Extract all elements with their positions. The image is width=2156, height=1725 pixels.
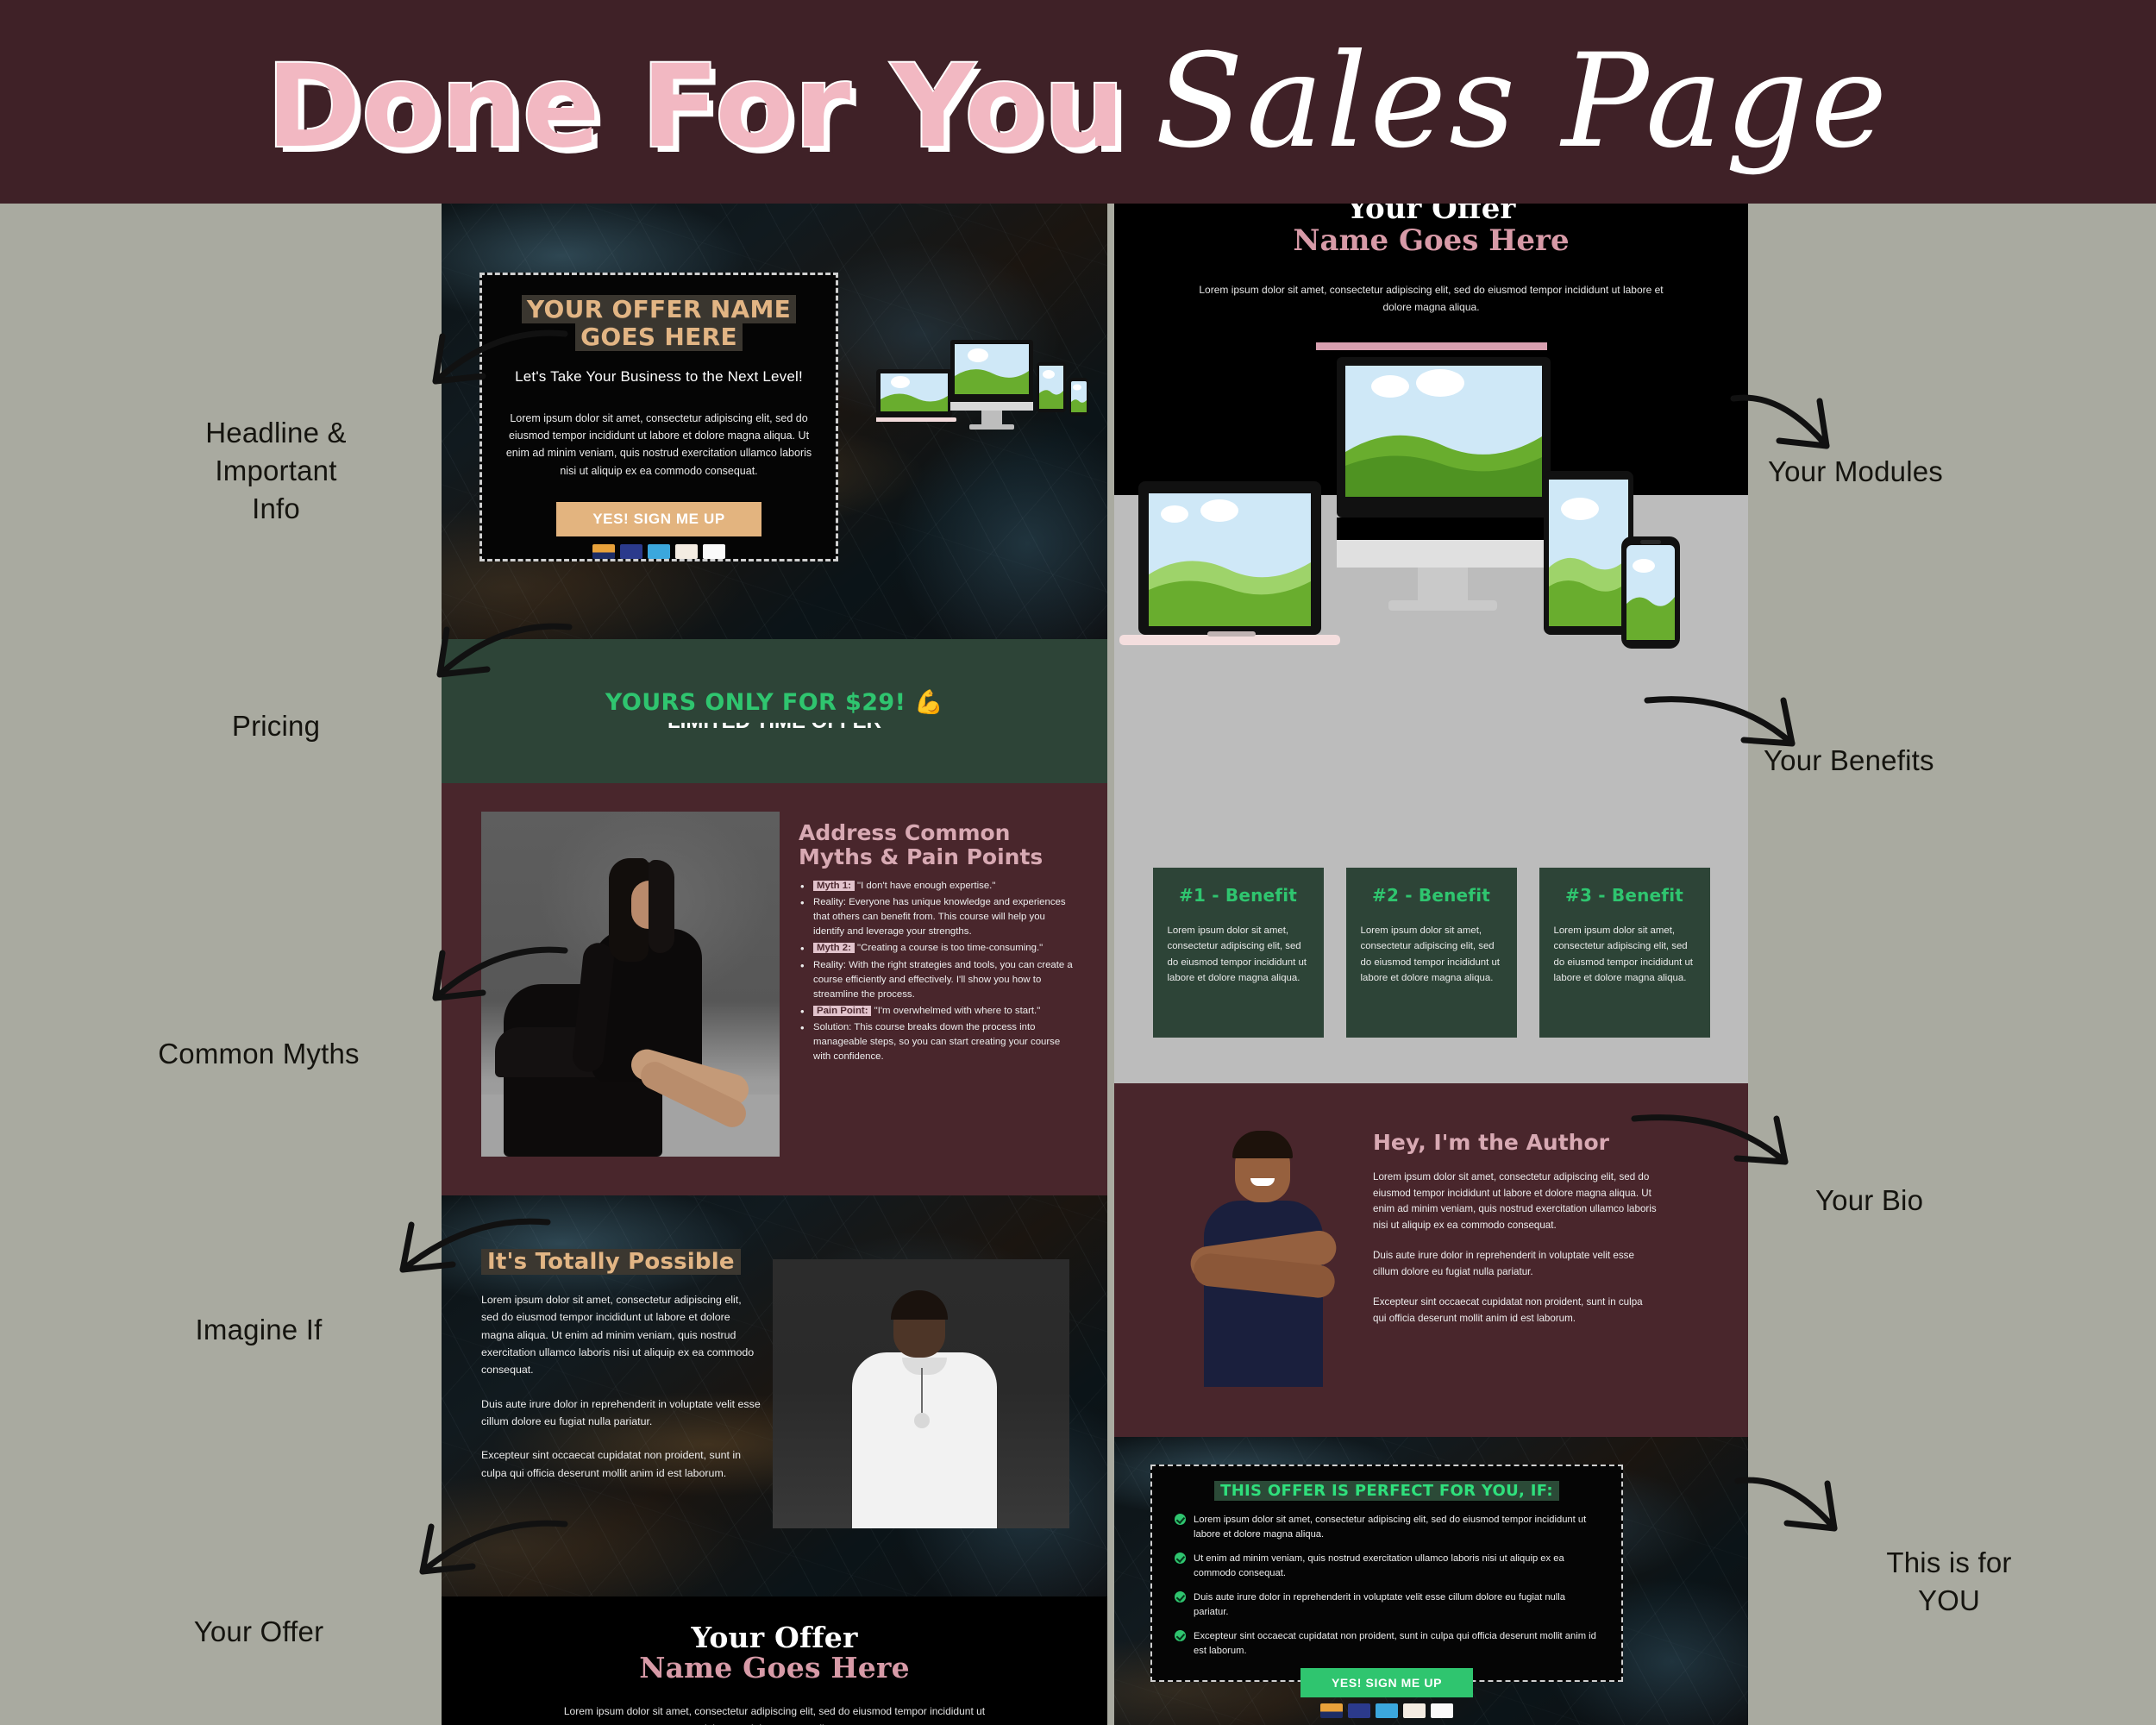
author-photo [1181, 1128, 1345, 1387]
arrow-your-bio [1631, 1114, 1789, 1165]
header-title-script: Sales Page [1155, 27, 1890, 177]
pricing-clipped-line: LIMITED TIME OFFER [632, 723, 917, 735]
possible-paragraph-3: Excepteur sint occaecat cupidatat non pr… [481, 1449, 742, 1479]
visa-icon [1320, 1703, 1343, 1719]
arrow-pricing [436, 623, 573, 678]
footer-title-line1: Your Offer [691, 1621, 858, 1654]
check-icon [1175, 1514, 1186, 1525]
header-title: Done For You Sales Page [265, 27, 1890, 177]
myth-text: Reality: With the right strategies and t… [813, 959, 1073, 1000]
list-item: Reality: With the right strategies and t… [799, 957, 1075, 1002]
myth-text: Reality: Everyone has unique knowledge a… [813, 897, 1066, 938]
paypal-icon [703, 544, 725, 559]
pricing-headline: YOURS ONLY FOR $29! 💪 [605, 688, 944, 716]
hero-offer-title-line1: YOUR OFFER NAME [521, 295, 797, 323]
bio-title: Hey, I'm the Author [1373, 1130, 1609, 1155]
list-item: Myth 1: "I don't have enough expertise." [799, 878, 1075, 895]
list-item: Ut enim ad minim veniam, quis nostrud ex… [1173, 1552, 1601, 1581]
annotation-common-myths: Common Myths [158, 1038, 360, 1070]
payment-icons-row [1173, 1703, 1601, 1719]
annotation-this-is-for-you: This is for YOU [1886, 1546, 2012, 1616]
myths-text-column: Address Common Myths & Pain Points Myth … [799, 821, 1075, 1066]
perfect-for-you-box: THIS OFFER IS PERFECT FOR YOU, IF: Lorem… [1150, 1465, 1623, 1719]
list-item: Lorem ipsum dolor sit amet, consectetur … [1173, 1513, 1601, 1542]
bio-paragraph-1: Lorem ipsum dolor sit amet, consectetur … [1373, 1171, 1657, 1231]
benefit-card[interactable]: #2 - Benefit Lorem ipsum dolor sit amet,… [1345, 868, 1517, 1038]
list-item: Excepteur sint occaecat cupidatat non pr… [1173, 1629, 1601, 1659]
checklist-text: Ut enim ad minim veniam, quis nostrud ex… [1194, 1553, 1564, 1579]
myth-text: "I'm overwhelmed with where to start." [874, 1005, 1041, 1016]
mastercard-icon [620, 544, 642, 559]
checklist-text: Duis aute irure dolor in reprehenderit i… [1194, 1592, 1565, 1618]
benefit-title: #3 - Benefit [1564, 885, 1684, 906]
header-banner: Done For You Sales Page [0, 0, 2156, 204]
myth-tag: Myth 1: [813, 881, 855, 891]
benefit-body: Lorem ipsum dolor sit amet, consectetur … [1360, 925, 1500, 984]
hero-device-mockup [872, 333, 1092, 454]
possible-man-photo [773, 1259, 1069, 1528]
list-item: Pain Point: "I'm overwhelmed with where … [799, 1003, 1075, 1020]
list-item: Solution: This course breaks down the pr… [799, 1019, 1075, 1064]
bio-text-column: Hey, I'm the Author Lorem ipsum dolor si… [1373, 1130, 1658, 1327]
annotation-your-bio: Your Bio [1815, 1184, 1924, 1216]
benefit-body: Lorem ipsum dolor sit amet, consectetur … [1167, 925, 1307, 984]
amex-icon [1376, 1703, 1398, 1719]
myth-text: "I don't have enough expertise." [857, 881, 996, 891]
annotation-your-benefits: Your Benefits [1764, 744, 1934, 776]
right-hero-body: Lorem ipsum dolor sit amet, consectetur … [1199, 284, 1664, 313]
benefit-card[interactable]: #3 - Benefit Lorem ipsum dolor sit amet,… [1539, 868, 1710, 1038]
payment-icons-row [592, 544, 725, 559]
arrow-imagine-if [399, 1218, 551, 1273]
arrow-headline-info [432, 329, 568, 385]
myth-tag: Pain Point: [813, 1005, 872, 1016]
benefit-body: Lorem ipsum dolor sit amet, consectetur … [1553, 925, 1693, 984]
discover-icon [675, 544, 698, 559]
visa-icon [592, 544, 615, 559]
annotation-headline-info: Headline & Important Info [205, 417, 347, 524]
myth-text: "Creating a course is too time-consuming… [857, 943, 1044, 954]
mastercard-icon [1348, 1703, 1370, 1719]
perfect-checklist: Lorem ipsum dolor sit amet, consectetur … [1173, 1513, 1601, 1659]
perfect-signup-button[interactable]: YES! SIGN ME UP [1300, 1668, 1473, 1698]
myths-title: Address Common Myths & Pain Points [799, 820, 1044, 869]
perfect-for-you-section: THIS OFFER IS PERFECT FOR YOU, IF: Lorem… [1114, 1437, 1748, 1725]
checklist-text: Lorem ipsum dolor sit amet, consectetur … [1194, 1515, 1587, 1540]
right-hero-title-line2: Name Goes Here [1293, 223, 1570, 258]
myths-list: Myth 1: "I don't have enough expertise."… [799, 878, 1075, 1064]
check-icon [1175, 1591, 1186, 1603]
check-icon [1175, 1630, 1186, 1642]
discover-icon [1403, 1703, 1426, 1719]
footer-title-line2: Name Goes Here [639, 1651, 910, 1684]
bio-paragraph-3: Excepteur sint occaecat cupidatat non pr… [1373, 1296, 1643, 1324]
right-sales-page-preview[interactable]: Your Offer Name Goes Here Lorem ipsum do… [1114, 204, 1748, 1725]
arrow-common-myths [432, 946, 568, 1001]
arrow-your-offer [419, 1520, 568, 1575]
annotation-pricing: Pricing [231, 710, 321, 742]
possible-paragraph-2: Duis aute irure dolor in reprehenderit i… [481, 1397, 761, 1428]
footer-body: Lorem ipsum dolor sit amet, consectetur … [563, 1705, 986, 1725]
annotation-your-offer: Your Offer [193, 1615, 324, 1647]
paypal-icon [1431, 1703, 1453, 1719]
amex-icon [648, 544, 670, 559]
list-item: Duis aute irure dolor in reprehenderit i… [1173, 1590, 1601, 1620]
benefit-title: #2 - Benefit [1371, 885, 1491, 906]
benefit-card[interactable]: #1 - Benefit Lorem ipsum dolor sit amet,… [1152, 868, 1324, 1038]
benefit-title: #1 - Benefit [1178, 885, 1298, 906]
annotation-imagine-if: Imagine If [195, 1314, 323, 1346]
hero-signup-button[interactable]: YES! SIGN ME UP [556, 501, 761, 536]
benefits-section: #1 - Benefit Lorem ipsum dolor sit amet,… [1114, 842, 1748, 1083]
bio-paragraph-2: Duis aute irure dolor in reprehenderit i… [1373, 1250, 1634, 1277]
check-icon [1175, 1552, 1186, 1565]
annotation-your-modules: Your Modules [1768, 455, 1943, 487]
list-item: Reality: Everyone has unique knowledge a… [799, 894, 1075, 939]
list-item: Myth 2: "Creating a course is too time-c… [799, 940, 1075, 957]
header-title-bold: Done For You [265, 41, 1126, 173]
modules-device-mockups [1114, 350, 1748, 842]
hero-offer-title-line2: GOES HERE [575, 322, 743, 351]
myth-tag: Myth 2: [813, 943, 855, 954]
myth-text: Solution: This course breaks down the pr… [813, 1021, 1061, 1063]
checklist-text: Excepteur sint occaecat cupidatat non pr… [1194, 1631, 1596, 1657]
perfect-title: THIS OFFER IS PERFECT FOR YOU, IF: [1173, 1481, 1601, 1501]
